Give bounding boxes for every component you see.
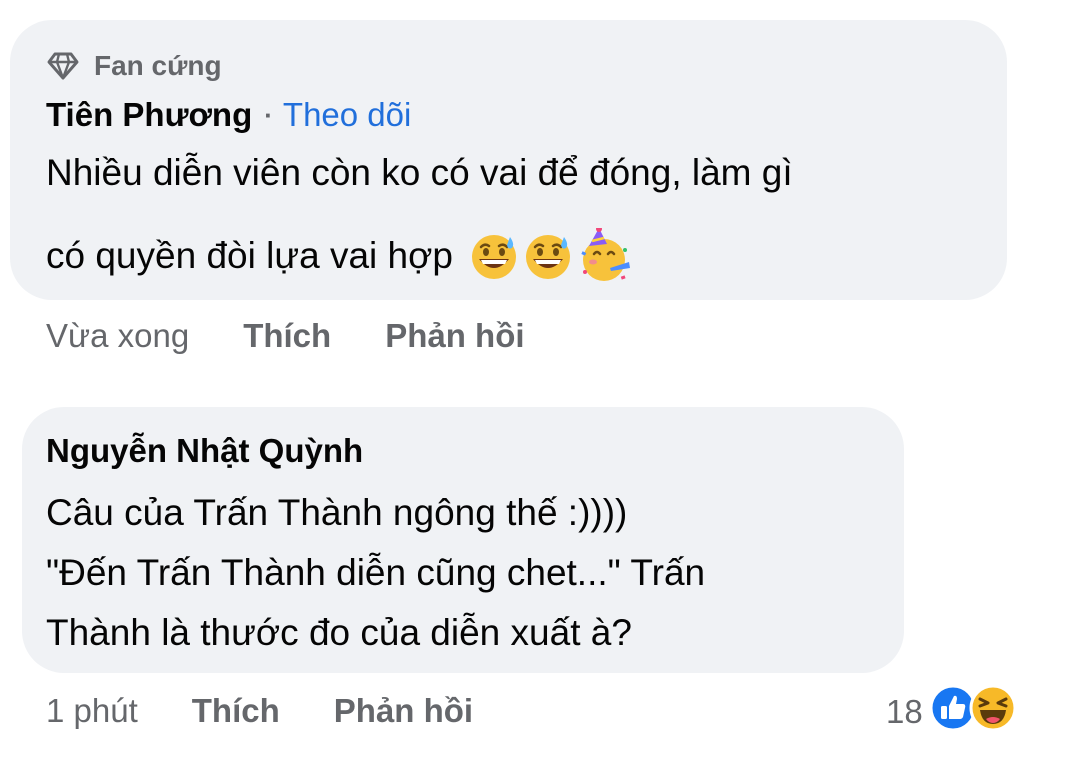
badge-label: Fan cứng (94, 50, 222, 81)
haha-reaction-icon (969, 684, 1017, 740)
comment-text: có quyền đòi lựa vai hợp (46, 235, 453, 276)
comment-timestamp: Vừa xong (46, 317, 190, 354)
diamond-icon (46, 51, 80, 81)
like-button[interactable]: Thích (192, 692, 280, 730)
comment-header: Tiên Phương · Theo dõi (46, 95, 411, 135)
reply-button[interactable]: Phản hồi (334, 692, 473, 730)
reply-button[interactable]: Phản hồi (385, 317, 524, 355)
grinning-sweat-emoji (469, 231, 519, 281)
comment-actions: Vừa xong Thích Phản hồi (46, 317, 579, 355)
reaction-count: 18 (886, 693, 923, 730)
partying-face-emoji (577, 228, 633, 284)
comment-timestamp: 1 phút (46, 692, 138, 729)
reaction-icons (929, 684, 1017, 740)
emoji-group (469, 228, 633, 284)
comment-text-line: Thành là thước đo của diễn xuất à? (46, 612, 632, 653)
author-name[interactable]: Nguyễn Nhật Quỳnh (46, 432, 363, 470)
comment-text-line-with-emojis: có quyền đòi lựa vai hợp (46, 228, 633, 284)
separator-dot: · (264, 99, 273, 130)
fan-badge: Fan cứng (46, 49, 222, 83)
comment-text-line: "Đến Trấn Thành diễn cũng chet..." Trấn (46, 552, 706, 593)
comment-actions: 1 phút Thích Phản hồi (46, 692, 527, 730)
grinning-sweat-emoji (523, 231, 573, 281)
comment-text-line: Câu của Trấn Thành ngông thế :)))) (46, 492, 628, 533)
reaction-summary[interactable]: 18 (886, 684, 1017, 736)
follow-link[interactable]: Theo dõi (283, 96, 411, 134)
author-name[interactable]: Tiên Phương (46, 96, 252, 134)
like-button[interactable]: Thích (243, 317, 331, 355)
comment-text-line: Nhiều diễn viên còn ko có vai để đóng, l… (46, 152, 793, 193)
